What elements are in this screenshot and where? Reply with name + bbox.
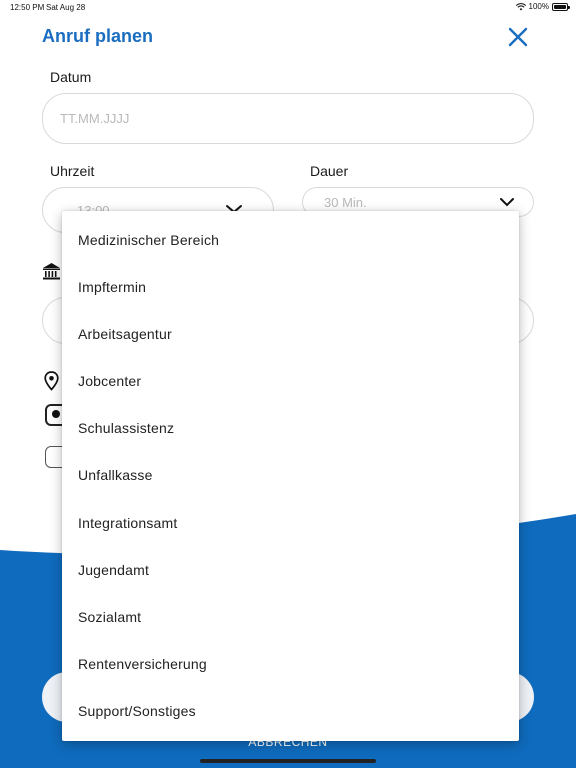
dropdown-option[interactable]: Support/Sonstiges: [62, 688, 519, 735]
page-title: Anruf planen: [42, 26, 153, 46]
date-field[interactable]: TT.MM.JJJJ: [42, 93, 534, 144]
bank-icon: [43, 263, 60, 280]
status-date: Sat Aug 28: [46, 3, 86, 12]
dropdown-option[interactable]: Impftermin: [62, 264, 519, 311]
status-bar: 12:50 PM Sat Aug 28 100%: [0, 0, 576, 14]
dropdown-option[interactable]: Medizinischer Bereich: [62, 217, 519, 264]
dropdown-option[interactable]: Jugendamt: [62, 547, 519, 594]
dropdown-option[interactable]: Sozialamt: [62, 594, 519, 641]
institution-dropdown-menu: Medizinischer Bereich Impftermin Arbeits…: [62, 211, 519, 741]
location-pin-icon: [44, 371, 59, 391]
status-time: 12:50 PM: [10, 3, 45, 12]
wifi-icon: [515, 2, 526, 10]
dropdown-option[interactable]: Arbeitsagentur: [62, 311, 519, 358]
dropdown-option[interactable]: Schulassistenz: [62, 405, 519, 452]
close-icon[interactable]: [506, 25, 530, 49]
duration-label: Dauer: [310, 163, 349, 179]
date-label: Datum: [50, 69, 92, 85]
dropdown-option[interactable]: Integrationsamt: [62, 500, 519, 547]
status-right: 100%: [515, 2, 570, 11]
chevron-down-icon: [500, 198, 514, 207]
battery-percentage: 100%: [528, 2, 549, 11]
date-placeholder: TT.MM.JJJJ: [60, 111, 130, 126]
dropdown-option[interactable]: Rentenversicherung: [62, 641, 519, 688]
duration-value: 30 Min.: [324, 195, 367, 210]
battery-icon: [552, 2, 570, 11]
dropdown-option[interactable]: Jobcenter: [62, 358, 519, 405]
dropdown-option[interactable]: Unfallkasse: [62, 452, 519, 499]
radio-dot: [52, 410, 60, 418]
home-indicator: [200, 759, 376, 763]
time-label: Uhrzeit: [50, 163, 95, 179]
